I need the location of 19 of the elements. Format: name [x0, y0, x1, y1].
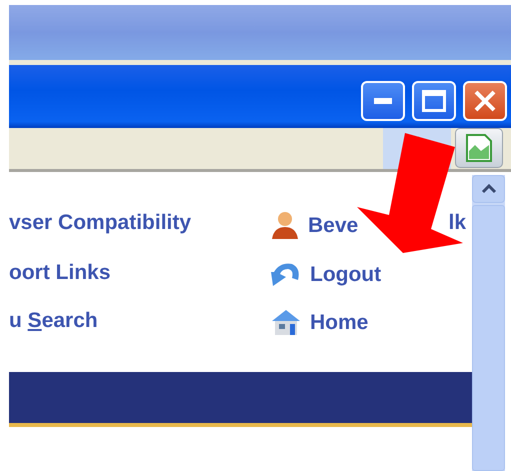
image-file-icon: [465, 133, 493, 163]
close-icon: [474, 90, 496, 112]
maximize-button[interactable]: [412, 80, 456, 120]
house-icon: [270, 308, 302, 336]
nav-link[interactable]: Home: [310, 310, 368, 334]
nav-link[interactable]: lk: [448, 210, 466, 234]
minimize-button[interactable]: [361, 80, 405, 120]
minimize-icon: [374, 98, 392, 104]
nav-link[interactable]: Logout: [310, 262, 382, 286]
maximize-icon: [422, 90, 446, 112]
nav-link[interactable]: Beve: [308, 212, 358, 238]
scroll-up-button[interactable]: [472, 175, 505, 203]
user-icon: [270, 210, 300, 240]
picture-button[interactable]: [455, 128, 503, 168]
nav-link[interactable]: oort Links: [9, 260, 270, 288]
close-button[interactable]: [463, 80, 507, 120]
nav-link[interactable]: u Search: [9, 308, 270, 336]
chevron-up-icon: [480, 184, 496, 194]
nav-link[interactable]: vser Compatibility: [9, 210, 270, 240]
